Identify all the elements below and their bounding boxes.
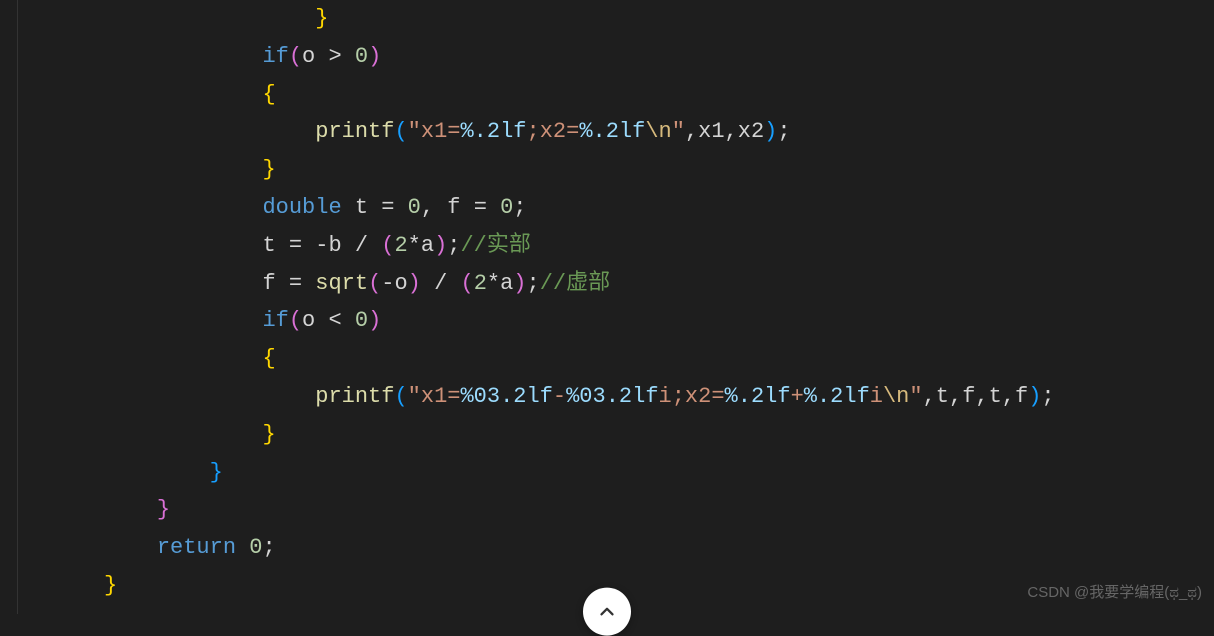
code-line[interactable]: if(o < 0) [38,302,1214,340]
code-line[interactable]: f = sqrt(-o) / (2*a);//虚部 [38,265,1214,303]
code-line[interactable]: } [38,454,1214,492]
line-gutter [0,0,18,614]
watermark-text: CSDN @我要学编程(ಥ_ಥ) [1027,580,1202,606]
code-line[interactable]: if(o > 0) [38,38,1214,76]
code-line[interactable]: } [38,151,1214,189]
code-area[interactable]: } if(o > 0) { printf("x1=%.2lf;x2=%.2lf\… [18,0,1214,614]
code-line[interactable]: printf("x1=%03.2lf-%03.2lfi;x2=%.2lf+%.2… [38,378,1214,416]
code-editor[interactable]: } if(o > 0) { printf("x1=%.2lf;x2=%.2lf\… [0,0,1214,614]
chevron-up-icon [596,601,618,623]
scroll-up-button[interactable] [583,588,631,636]
code-line[interactable]: { [38,340,1214,378]
code-line[interactable]: printf("x1=%.2lf;x2=%.2lf\n",x1,x2); [38,113,1214,151]
code-line[interactable]: } [38,0,1214,38]
code-line[interactable]: double t = 0, f = 0; [38,189,1214,227]
code-line[interactable]: { [38,76,1214,114]
code-line[interactable]: } [38,491,1214,529]
code-line[interactable]: } [38,416,1214,454]
code-line[interactable]: return 0; [38,529,1214,567]
code-line[interactable]: t = -b / (2*a);//实部 [38,227,1214,265]
